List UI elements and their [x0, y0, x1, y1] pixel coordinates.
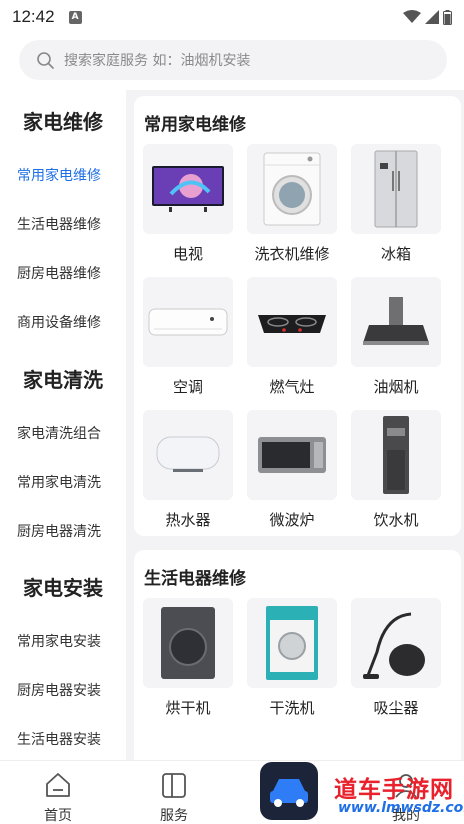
section-title: 生活电器维修 [144, 569, 246, 589]
watermark-url: www.lmwsdz.com [338, 800, 464, 816]
sidebar-group-repair[interactable]: 家电维修 [0, 106, 126, 135]
service-label: 吸尘器 [373, 699, 419, 717]
wifi-icon [403, 10, 421, 23]
sidebar-item-common-install[interactable]: 常用家电安装 [0, 631, 126, 651]
sidebar-item-commercial-repair[interactable]: 商用设备维修 [0, 312, 126, 332]
sidebar-group-cleaning[interactable]: 家电清洗 [0, 364, 126, 393]
water-heater-icon [143, 410, 233, 500]
gas-stove-icon [247, 277, 337, 367]
sidebar-item-kitchen-install[interactable]: 厨房电器安装 [0, 680, 126, 700]
notification-icon: A [68, 10, 82, 24]
category-sidebar: 家电维修 常用家电维修 生活电器维修 厨房电器维修 商用设备维修 家电清洗 家电… [0, 90, 126, 760]
sidebar-item-common-cleaning[interactable]: 常用家电清洗 [0, 472, 126, 492]
washing-machine-icon [247, 144, 337, 234]
service-label: 冰箱 [380, 245, 411, 263]
status-bar: 12:42 A [0, 0, 464, 34]
service-label: 电视 [172, 245, 203, 263]
sidebar-item-life-install[interactable]: 生活电器安装 [0, 729, 126, 749]
sidebar-item-kitchen-repair[interactable]: 厨房电器维修 [0, 263, 126, 283]
nav-label: 服务 [160, 808, 188, 824]
service-content: 常用家电维修 电视 洗衣机维修 冰箱 空调 燃气灶 油烟机 热水器 微波炉 饮水… [126, 90, 464, 760]
section-life-repair: 生活电器维修 烘干机 干洗机 吸尘器 [134, 550, 461, 760]
service-label: 饮水机 [373, 511, 419, 529]
home-icon [18, 761, 98, 799]
search-placeholder: 搜索家庭服务 如：油烟机安装 [64, 53, 251, 69]
sidebar-item-common-repair[interactable]: 常用家电维修 [0, 165, 126, 185]
service-item-dry-cleaning-machine[interactable]: 干洗机 [247, 598, 337, 718]
search-input[interactable]: 搜索家庭服务 如：油烟机安装 [19, 40, 447, 80]
service-label: 微波炉 [269, 511, 315, 529]
section-title: 常用家电维修 [144, 115, 246, 135]
service-item-washing-machine[interactable]: 洗衣机维修 [247, 144, 337, 264]
microwave-icon [247, 410, 337, 500]
vacuum-cleaner-icon [351, 598, 441, 688]
water-dispenser-icon [351, 410, 441, 500]
service-item-water-heater[interactable]: 热水器 [143, 410, 233, 530]
service-item-tv[interactable]: 电视 [143, 144, 233, 264]
service-icon [134, 761, 214, 799]
service-label: 空调 [172, 378, 203, 396]
battery-icon [443, 9, 452, 25]
dryer-icon [143, 598, 233, 688]
watermark-text: 道车手游网 [334, 777, 454, 803]
service-label: 干洗机 [269, 699, 315, 717]
air-conditioner-icon [143, 277, 233, 367]
service-item-microwave[interactable]: 微波炉 [247, 410, 337, 530]
search-bar-area: 搜索家庭服务 如：油烟机安装 [0, 34, 464, 90]
service-label: 燃气灶 [269, 378, 315, 396]
service-item-water-dispenser[interactable]: 饮水机 [351, 410, 441, 530]
sidebar-item-cleaning-combo[interactable]: 家电清洗组合 [0, 423, 126, 443]
refrigerator-icon [351, 144, 441, 234]
service-item-dryer[interactable]: 烘干机 [143, 598, 233, 718]
watermark: 道车手游网 www.lmwsdz.com [258, 760, 464, 824]
service-label: 烘干机 [165, 699, 211, 717]
status-time: 12:42 [12, 7, 55, 26]
nav-label: 首页 [44, 808, 72, 824]
dry-cleaning-machine-icon [247, 598, 337, 688]
section-common-repair: 常用家电维修 电视 洗衣机维修 冰箱 空调 燃气灶 油烟机 热水器 微波炉 饮水… [134, 96, 461, 536]
nav-home[interactable]: 首页 [18, 761, 98, 824]
sidebar-item-kitchen-cleaning[interactable]: 厨房电器清洗 [0, 521, 126, 541]
service-item-range-hood[interactable]: 油烟机 [351, 277, 441, 397]
service-item-gas-stove[interactable]: 燃气灶 [247, 277, 337, 397]
sidebar-item-life-repair[interactable]: 生活电器维修 [0, 214, 126, 234]
search-icon [37, 51, 54, 69]
tv-icon [143, 144, 233, 234]
sidebar-group-install[interactable]: 家电安装 [0, 572, 126, 601]
service-label: 油烟机 [373, 378, 419, 396]
status-indicators [403, 9, 452, 25]
range-hood-icon [351, 277, 441, 367]
service-label: 洗衣机维修 [254, 245, 330, 263]
service-item-air-conditioner[interactable]: 空调 [143, 277, 233, 397]
service-item-vacuum-cleaner[interactable]: 吸尘器 [351, 598, 441, 718]
nav-service[interactable]: 服务 [134, 761, 214, 824]
signal-icon [425, 10, 439, 24]
watermark-logo-icon [260, 762, 318, 820]
service-label: 热水器 [165, 511, 211, 529]
service-item-refrigerator[interactable]: 冰箱 [351, 144, 441, 264]
